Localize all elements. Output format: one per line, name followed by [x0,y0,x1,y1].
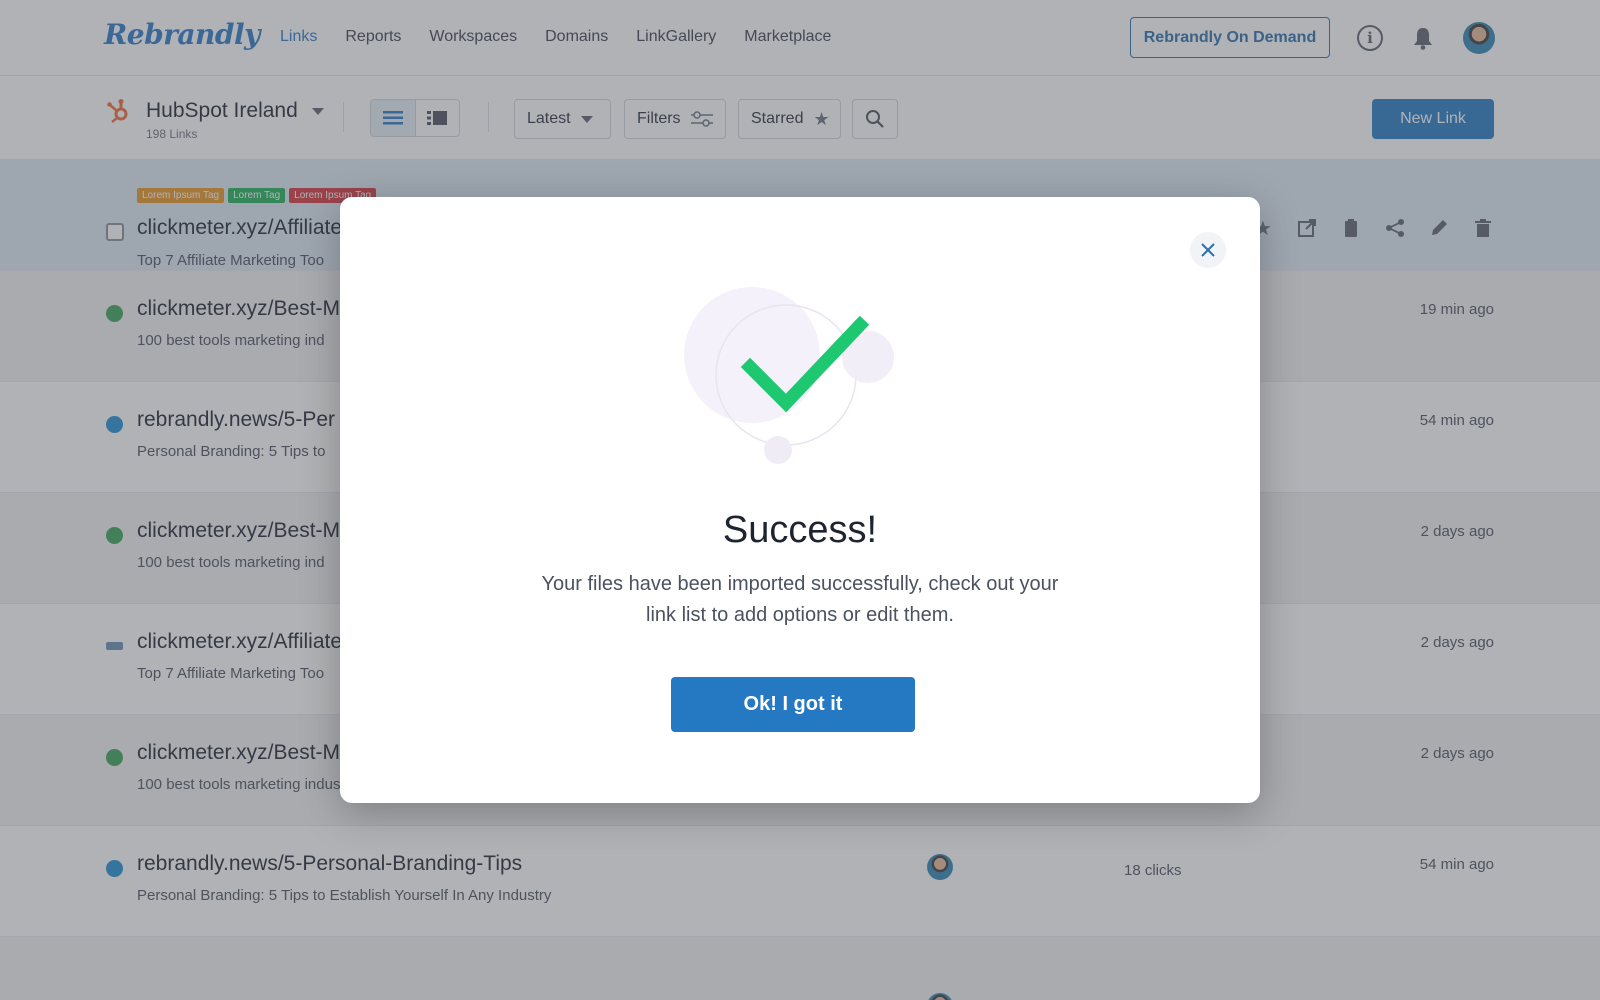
close-icon [1201,243,1215,257]
close-modal-button[interactable] [1190,232,1226,268]
success-modal: Success! Your files have been imported s… [340,197,1260,803]
modal-title: Success! [722,509,878,551]
modal-message: Your files have been imported successful… [541,573,1059,626]
ok-got-it-button[interactable]: Ok! I got it [671,677,915,732]
success-checkmark-icon [680,285,920,475]
